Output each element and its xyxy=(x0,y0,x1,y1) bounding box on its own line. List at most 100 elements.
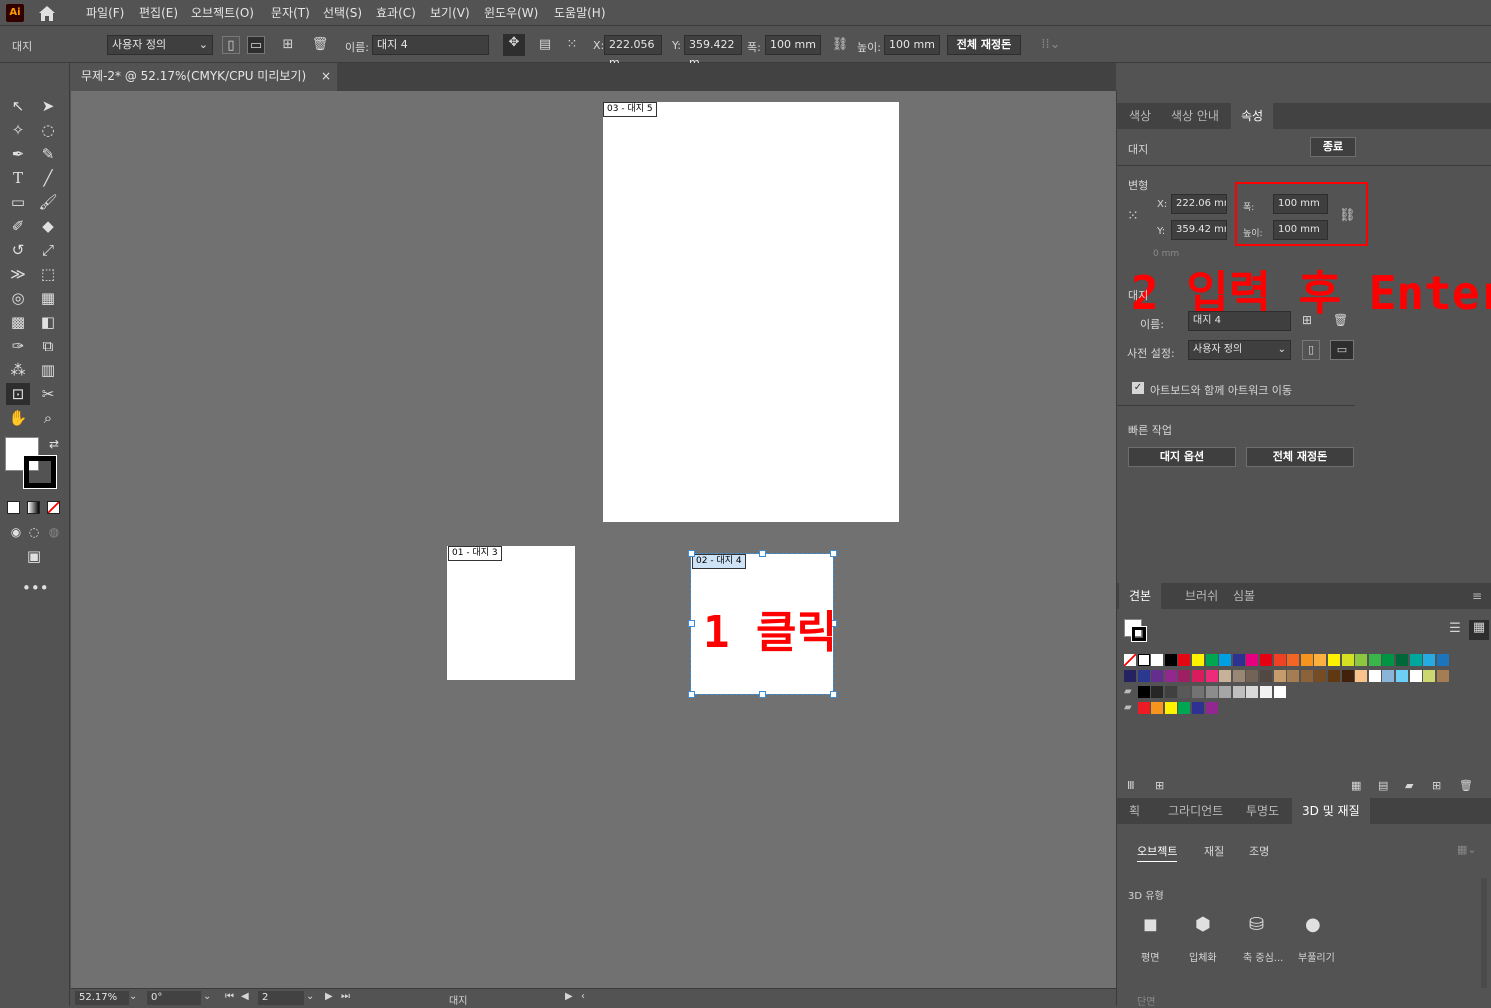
swap-colors-icon[interactable]: ⇄ xyxy=(42,433,66,455)
color-swatch[interactable] xyxy=(1328,670,1340,682)
x-input[interactable]: 222.056 m xyxy=(604,35,662,69)
move-with-artboard-checkbox[interactable]: ✓ xyxy=(1132,382,1144,394)
color-swatch[interactable] xyxy=(1246,670,1259,682)
color-swatch[interactable] xyxy=(1341,670,1354,682)
trash-icon[interactable]: 🗑 xyxy=(1459,779,1473,792)
color-swatch[interactable] xyxy=(1287,654,1300,666)
swatch-kind-icon[interactable]: ⊞ xyxy=(1155,779,1164,792)
color-swatch[interactable] xyxy=(1314,670,1327,682)
color-swatch[interactable] xyxy=(1124,670,1136,682)
swatch-libraries-icon[interactable]: Ⅲ xyxy=(1127,779,1135,792)
trash-icon[interactable]: 🗑 xyxy=(311,36,329,54)
home-icon[interactable] xyxy=(36,3,58,23)
shape-builder-icon[interactable]: ◎ xyxy=(6,287,30,309)
stroke-swatch[interactable] xyxy=(1131,626,1147,642)
tab-color[interactable]: 색상 xyxy=(1119,103,1161,129)
color-swatch[interactable] xyxy=(1164,654,1177,666)
color-swatch[interactable] xyxy=(1273,686,1286,698)
resize-handle[interactable] xyxy=(688,691,695,698)
artboard-options-icon[interactable]: ▤ xyxy=(536,36,554,54)
color-swatch[interactable] xyxy=(1124,654,1136,666)
color-swatch[interactable] xyxy=(1164,702,1177,714)
color-swatch[interactable] xyxy=(1314,654,1327,666)
color-swatch[interactable] xyxy=(1205,686,1218,698)
color-swatch[interactable] xyxy=(1137,670,1150,682)
color-swatch[interactable] xyxy=(1137,654,1150,666)
color-swatch[interactable] xyxy=(1300,654,1313,666)
color-mode-icon[interactable] xyxy=(7,501,20,514)
color-swatch[interactable] xyxy=(1355,654,1368,666)
curvature-tool-icon[interactable]: ✎ xyxy=(36,143,60,165)
color-swatch[interactable] xyxy=(1137,702,1150,714)
color-swatch[interactable] xyxy=(1382,670,1395,682)
color-swatch[interactable] xyxy=(1232,686,1245,698)
color-swatch[interactable] xyxy=(1409,670,1422,682)
draw-inside-icon[interactable]: ◍ xyxy=(42,521,66,543)
landscape-icon[interactable]: ▭ xyxy=(247,36,265,54)
revolve-type-icon[interactable]: ⛁ xyxy=(1249,914,1269,935)
artboard-options-button[interactable]: 대지 옵션 xyxy=(1128,447,1236,467)
artboard-tool-icon[interactable]: ⊡ xyxy=(6,383,30,405)
color-swatch[interactable] xyxy=(1192,686,1204,698)
color-group-icon[interactable]: ▰ xyxy=(1124,702,1136,714)
color-swatch[interactable] xyxy=(1260,686,1272,698)
eraser-icon[interactable]: ◆ xyxy=(36,215,60,237)
resize-handle[interactable] xyxy=(830,550,837,557)
status-menu-icon[interactable]: ▶ xyxy=(565,991,573,1002)
color-swatch[interactable] xyxy=(1219,654,1232,666)
type-tool-icon[interactable]: T xyxy=(6,167,30,189)
y-input[interactable]: 359.422 m xyxy=(684,35,742,69)
color-swatch[interactable] xyxy=(1151,702,1164,714)
menu-select[interactable]: 선택(S) xyxy=(323,4,362,21)
reference-point-icon[interactable]: ⁙ xyxy=(563,36,581,54)
line-tool-icon[interactable]: ╱ xyxy=(36,167,60,189)
mesh-tool-icon[interactable]: ▩ xyxy=(6,311,30,333)
link-icon[interactable]: ⛓ xyxy=(831,36,849,54)
resize-handle[interactable] xyxy=(759,550,766,557)
portrait-icon[interactable]: ▯ xyxy=(1302,340,1320,360)
new-artboard-icon[interactable]: ⊞ xyxy=(1302,313,1318,329)
color-swatch[interactable] xyxy=(1192,654,1204,666)
perspective-grid-icon[interactable]: ▦ xyxy=(36,287,60,309)
tab-transparency[interactable]: 투명도 xyxy=(1236,798,1289,824)
name-input[interactable]: 대지 4 xyxy=(1188,311,1291,331)
color-swatch[interactable] xyxy=(1382,654,1395,666)
grid-view-icon[interactable]: ▦ xyxy=(1469,620,1489,640)
tab-symbols[interactable]: 심볼 xyxy=(1223,583,1265,609)
height-input[interactable]: 100 mm xyxy=(884,35,940,55)
color-swatch[interactable] xyxy=(1246,654,1259,666)
color-swatch[interactable] xyxy=(1355,670,1368,682)
preset-select[interactable]: 사용자 정의 ⌄ xyxy=(1188,340,1291,360)
menu-help[interactable]: 도움말(H) xyxy=(554,4,606,21)
rectangle-tool-icon[interactable]: ▭ xyxy=(6,191,30,213)
new-folder-icon[interactable]: ▰ xyxy=(1405,779,1413,792)
menu-file[interactable]: 파일(F) xyxy=(86,4,124,21)
menu-view[interactable]: 보기(V) xyxy=(430,4,470,21)
name-input[interactable]: 대지 4 xyxy=(372,35,489,55)
tab-swatches[interactable]: 견본 xyxy=(1119,583,1162,609)
screen-mode-icon[interactable]: ▣ xyxy=(22,545,46,567)
symbol-sprayer-icon[interactable]: ⁂ xyxy=(6,359,30,381)
rotation-field[interactable]: 0° xyxy=(147,991,201,1005)
first-artboard-icon[interactable]: ⏮ xyxy=(225,991,234,1002)
color-swatch[interactable] xyxy=(1287,670,1300,682)
color-swatch[interactable] xyxy=(1396,670,1408,682)
slice-tool-icon[interactable]: ✂ xyxy=(36,383,60,405)
artboard-number-field[interactable]: 2 xyxy=(258,991,304,1005)
color-swatch[interactable] xyxy=(1368,670,1381,682)
gradient-tool-icon[interactable]: ◧ xyxy=(36,311,60,333)
grid-options-icon[interactable]: ⁞⁞⌄ xyxy=(1038,36,1064,54)
preset-select[interactable]: 사용자 정의 ⌄ xyxy=(107,35,213,55)
resize-handle[interactable] xyxy=(759,691,766,698)
new-swatch-icon[interactable]: ⊞ xyxy=(1432,779,1441,792)
color-swatch[interactable] xyxy=(1219,686,1232,698)
color-swatch[interactable] xyxy=(1205,702,1218,714)
color-swatch[interactable] xyxy=(1260,654,1272,666)
magic-wand-icon[interactable]: ✧ xyxy=(6,119,30,141)
prev-artboard-icon[interactable]: ◀ xyxy=(241,991,249,1002)
color-swatch[interactable] xyxy=(1205,670,1218,682)
color-swatch[interactable] xyxy=(1368,654,1381,666)
zoom-field[interactable]: 52.17% xyxy=(75,991,129,1005)
menu-window[interactable]: 윈도우(W) xyxy=(484,4,538,21)
artboard-5[interactable] xyxy=(603,102,899,522)
